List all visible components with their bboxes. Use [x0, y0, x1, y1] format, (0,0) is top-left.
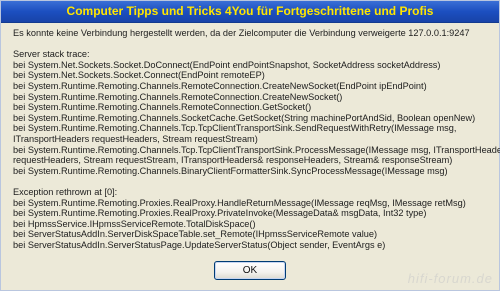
message-line: bei System.Runtime.Remoting.Channels.Rem…	[13, 91, 343, 102]
message-line: bei ServerStatusAddIn.ServerDiskSpaceTab…	[13, 229, 378, 240]
error-dialog: Computer Tipps und Tricks 4You für Fortg…	[0, 0, 500, 291]
message-line: bei HpmssService.IHpmssServiceRemote.Tot…	[13, 218, 256, 229]
message-line: Es konnte keine Verbindung hergestellt w…	[13, 28, 470, 38]
message-line: Exception rethrown at [0]:	[13, 186, 118, 197]
message-line: ITransportHeaders requestHeaders, Stream…	[13, 133, 258, 144]
message-line: bei System.Runtime.Remoting.Proxies.Real…	[13, 197, 466, 208]
message-line: bei System.Net.Sockets.Socket.DoConnect(…	[13, 59, 441, 70]
message-line: bei System.Runtime.Remoting.Channels.Tcp…	[13, 144, 500, 155]
message-line: bei System.Runtime.Remoting.Channels.Tcp…	[13, 123, 457, 134]
message-line: Server stack trace:	[13, 49, 90, 60]
message-line: bei System.Runtime.Remoting.Channels.Rem…	[13, 80, 427, 91]
message-gap	[13, 176, 495, 187]
message-line: bei System.Runtime.Remoting.Channels.Rem…	[13, 102, 312, 113]
message-line: bei System.Runtime.Remoting.Channels.Soc…	[13, 112, 476, 123]
message-gap	[13, 39, 495, 50]
message-line: bei System.Runtime.Remoting.Channels.Bin…	[13, 165, 448, 176]
watermark-logo: hifi-forum.de	[407, 271, 493, 286]
message-line: bei System.Net.Sockets.Socket.Connect(En…	[13, 70, 265, 81]
ok-button[interactable]: OK	[214, 261, 286, 280]
message-line: bei System.Runtime.Remoting.Proxies.Real…	[13, 208, 427, 219]
dialog-title: Computer Tipps und Tricks 4You für Fortg…	[66, 4, 434, 18]
message-line: bei ServerStatusAddIn.ServerStatusPage.U…	[13, 239, 386, 250]
error-message: Es konnte keine Verbindung hergestellt w…	[13, 28, 500, 250]
message-line: requestHeaders, Stream requestStream, IT…	[13, 155, 453, 166]
title-bar[interactable]: Computer Tipps und Tricks 4You für Fortg…	[1, 1, 499, 23]
